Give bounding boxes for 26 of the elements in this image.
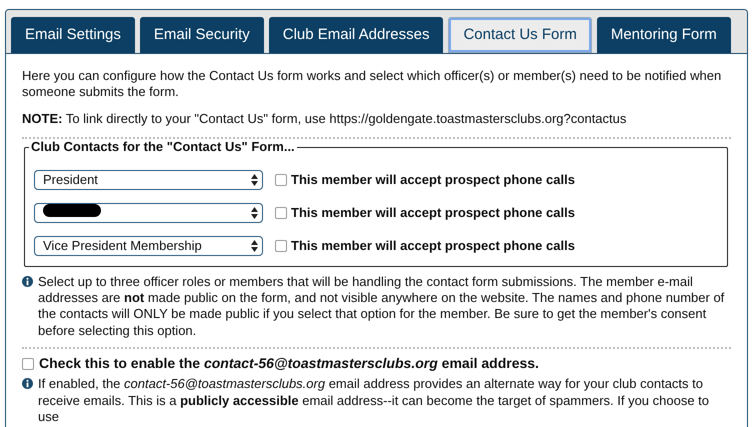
dropdown-arrows-icon [251,174,258,186]
checkbox[interactable] [275,174,287,186]
select-field[interactable]: Vice President Membership [34,236,263,256]
info-text: Select up to three officer roles or members that will be handling the contact form submissions. The member e-mail addresses are not made public on the form, and not visible anywhere on the website. The names and phone number of the contacts will ONLY be made public if you select that option for the member. Be sure to get the member's consent before selecting this option. [38,274,726,339]
checkbox[interactable] [275,206,287,219]
select-field[interactable]: President [34,170,263,190]
tab[interactable]: Mentoring Form [596,17,731,53]
note-text: NOTE: To link directly to your "Contact Us" form, use https://goldengate.toastmastersclubs.org?contactus [22,110,628,127]
checkbox-label: This member will accept prospect phone calls [291,204,575,221]
checkbox-label: This member will accept prospect phone calls [291,172,575,188]
checkbox[interactable] [275,240,287,252]
tab[interactable]: Email Security [140,17,264,53]
dropdown-arrows-icon [251,240,258,252]
tab[interactable]: Contact Us Form [448,17,592,53]
info-icon [22,276,33,287]
intro-text: Here you can configure how the Contact Us form works and select which officer(s) or member(s) need to be notified when someone submits the form. [22,68,722,100]
info-icon [22,378,33,390]
redaction-mark [43,204,101,218]
tab[interactable]: Email Settings [11,17,135,53]
checkbox-label: Check this to enable the contact-56@toastmastersclubs.org email address. [39,354,539,372]
checkbox-label: This member will accept prospect phone calls [291,238,575,254]
dropdown-arrows-icon [251,206,258,219]
tab[interactable]: Club Email Addresses [268,17,444,53]
select-field[interactable] [34,202,263,223]
checkbox[interactable] [22,358,34,370]
info-text: If enabled, the contact-56@toastmastersclubs.org email address provides an alternate way for your club contacts to receive emails. This is a publicly accessible email address--it can become the target of spammers. If you choose to use [38,376,710,425]
